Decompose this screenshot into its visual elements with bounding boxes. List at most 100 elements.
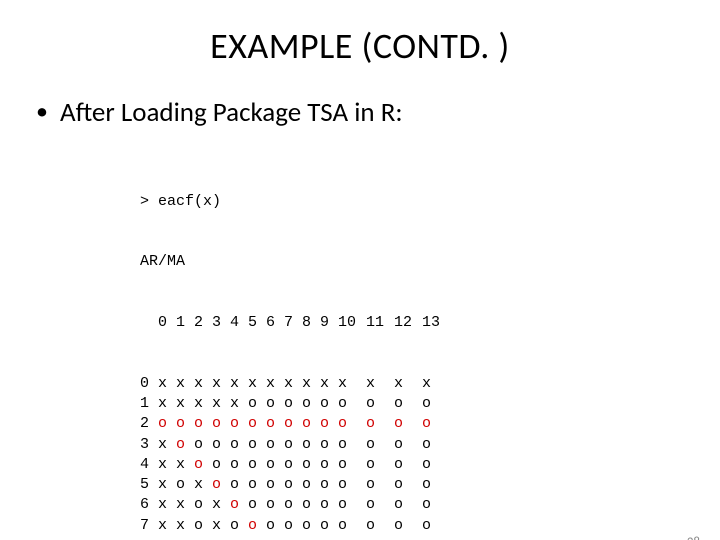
eacf-row: 4xxoooooooooooo [140, 455, 720, 475]
eacf-cell: o [230, 495, 248, 515]
eacf-cell: o [212, 414, 230, 434]
eacf-cell: o [248, 516, 266, 536]
eacf-cell: o [266, 455, 284, 475]
eacf-cell: o [266, 394, 284, 414]
eacf-cell: o [158, 414, 176, 434]
eacf-cell: o [230, 414, 248, 434]
eacf-col-header: 6 [266, 313, 284, 333]
eacf-col-header: 9 [320, 313, 338, 333]
eacf-col-header: 7 [284, 313, 302, 333]
eacf-cell: o [394, 414, 422, 434]
eacf-cell: o [248, 414, 266, 434]
bullet-text: After Loading Package TSA in R: [60, 96, 403, 129]
eacf-cell: o [284, 435, 302, 455]
eacf-row-label: 1 [140, 394, 158, 414]
eacf-row-label: 7 [140, 516, 158, 536]
eacf-row-label: 2 [140, 414, 158, 434]
eacf-cell: o [230, 516, 248, 536]
eacf-cell: x [212, 516, 230, 536]
eacf-cell: o [302, 455, 320, 475]
eacf-col-header: 4 [230, 313, 248, 333]
bullet-line: • After Loading Package TSA in R: [36, 96, 720, 129]
eacf-row: 6xxoxoooooooooo [140, 495, 720, 515]
eacf-cell: x [158, 516, 176, 536]
eacf-cell: x [176, 374, 194, 394]
eacf-cell: o [366, 516, 394, 536]
eacf-cell: x [158, 495, 176, 515]
eacf-cell: x [212, 394, 230, 414]
eacf-cell: x [338, 374, 366, 394]
eacf-cell: o [366, 475, 394, 495]
eacf-cell: o [366, 394, 394, 414]
eacf-cell: o [338, 394, 366, 414]
eacf-col-header: 2 [194, 313, 212, 333]
eacf-cell: o [422, 414, 450, 434]
eacf-cell: o [338, 455, 366, 475]
eacf-cell: o [194, 414, 212, 434]
eacf-cell: x [212, 374, 230, 394]
eacf-cell: o [422, 455, 450, 475]
eacf-cell: o [248, 455, 266, 475]
eacf-cell: o [394, 475, 422, 495]
eacf-cell: x [248, 374, 266, 394]
eacf-header-lead [140, 313, 158, 333]
eacf-cell: x [158, 435, 176, 455]
eacf-cell: x [284, 374, 302, 394]
eacf-cell: x [176, 495, 194, 515]
eacf-cell: o [422, 516, 450, 536]
eacf-row-label: 5 [140, 475, 158, 495]
page-number: 28 [687, 535, 700, 540]
eacf-cell: o [338, 414, 366, 434]
eacf-cell: o [366, 495, 394, 515]
eacf-row: 2oooooooooooooo [140, 414, 720, 434]
eacf-cell: o [248, 495, 266, 515]
eacf-cell: o [248, 435, 266, 455]
eacf-row-label: 6 [140, 495, 158, 515]
eacf-cell: x [158, 394, 176, 414]
eacf-cell: o [394, 435, 422, 455]
eacf-cell: o [422, 475, 450, 495]
eacf-cell: o [284, 516, 302, 536]
eacf-cell: x [176, 455, 194, 475]
eacf-cell: x [158, 374, 176, 394]
eacf-cell: o [338, 516, 366, 536]
eacf-cell: x [176, 394, 194, 414]
eacf-cell: o [338, 435, 366, 455]
eacf-cell: o [212, 455, 230, 475]
eacf-cell: o [248, 394, 266, 414]
eacf-subhead: AR/MA [140, 252, 720, 272]
eacf-cell: o [230, 455, 248, 475]
eacf-cell: o [302, 516, 320, 536]
eacf-cell: x [422, 374, 450, 394]
eacf-cell: x [194, 374, 212, 394]
eacf-cell: o [284, 495, 302, 515]
eacf-cell: o [422, 495, 450, 515]
eacf-col-header: 1 [176, 313, 194, 333]
eacf-cell: o [366, 435, 394, 455]
eacf-cell: o [230, 435, 248, 455]
eacf-cell: x [320, 374, 338, 394]
eacf-cell: x [176, 516, 194, 536]
eacf-cell: o [394, 495, 422, 515]
eacf-cell: o [212, 475, 230, 495]
eacf-cell: o [248, 475, 266, 495]
eacf-row: 1xxxxxooooooooo [140, 394, 720, 414]
eacf-cell: o [176, 435, 194, 455]
eacf-row: 7xxoxoooooooooo [140, 516, 720, 536]
slide-title: EXAMPLE (CONTD. ) [0, 24, 720, 68]
eacf-cell: o [194, 495, 212, 515]
eacf-cell: o [338, 475, 366, 495]
eacf-cell: o [266, 435, 284, 455]
eacf-cell: o [176, 475, 194, 495]
eacf-col-header: 13 [422, 313, 450, 333]
eacf-cell: x [194, 394, 212, 414]
eacf-col-header: 3 [212, 313, 230, 333]
eacf-cell: o [194, 435, 212, 455]
eacf-col-header: 10 [338, 313, 366, 333]
eacf-col-header: 12 [394, 313, 422, 333]
eacf-cell: o [394, 455, 422, 475]
eacf-cell: o [320, 455, 338, 475]
eacf-cell: x [302, 374, 320, 394]
eacf-cell: x [230, 374, 248, 394]
eacf-cell: x [366, 374, 394, 394]
